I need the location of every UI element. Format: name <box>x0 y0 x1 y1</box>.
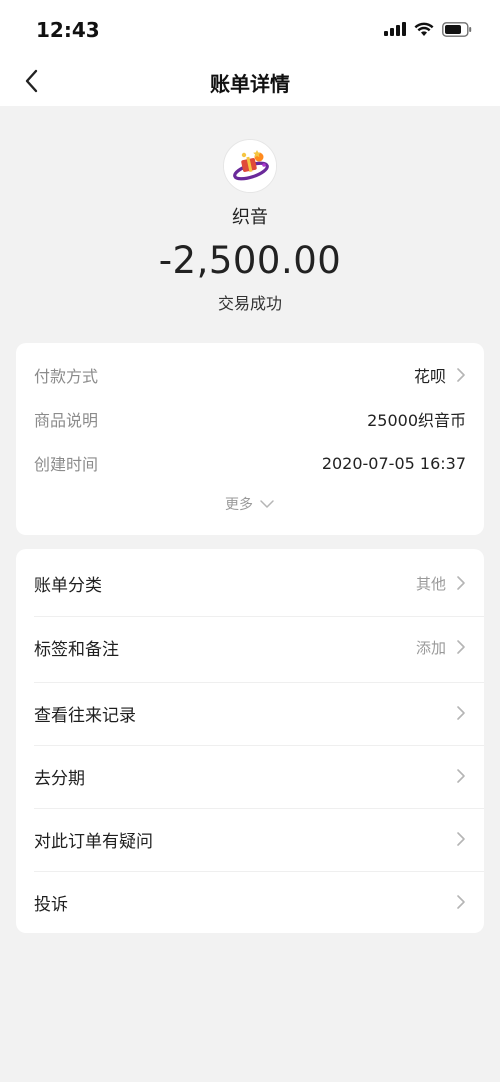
menu-item-complaint[interactable]: 投诉 <box>16 871 484 933</box>
detail-label: 付款方式 <box>34 367 99 386</box>
menu-value: 添加 <box>415 638 446 657</box>
chevron-right-icon <box>457 895 465 909</box>
detail-card: 付款方式 花呗 商品说明 25000织音币 创建时间 2020-07-05 16… <box>16 343 484 535</box>
menu-label: 投诉 <box>34 894 68 915</box>
chevron-right-icon <box>457 576 465 590</box>
menu-item-installment[interactable]: 去分期 <box>16 745 484 807</box>
wifi-icon <box>414 22 434 36</box>
menu-item-bill-category[interactable]: 账单分类 其他 <box>16 552 484 614</box>
more-label: 更多 <box>225 497 253 513</box>
menu-label: 去分期 <box>34 768 85 789</box>
transaction-amount: -2,500.00 <box>158 239 342 282</box>
detail-row-created-time: 创建时间 2020-07-05 16:37 <box>34 451 466 475</box>
status-bar: 12:43 <box>0 0 500 56</box>
chevron-right-icon <box>457 368 465 382</box>
detail-label: 商品说明 <box>34 411 99 430</box>
created-time-value: 2020-07-05 16:37 <box>321 453 466 473</box>
menu-label: 标签和备注 <box>34 639 119 660</box>
merchant-summary: 织音 -2,500.00 交易成功 <box>0 106 500 342</box>
status-icons <box>384 20 472 38</box>
payment-method-value: 花呗 <box>413 367 446 386</box>
transaction-status: 交易成功 <box>217 294 282 313</box>
chevron-right-icon <box>457 769 465 783</box>
chevron-right-icon <box>457 706 465 720</box>
merchant-name: 织音 <box>232 207 268 228</box>
more-toggle-button[interactable]: 更多 <box>16 494 484 514</box>
detail-value: 花呗 <box>414 363 466 387</box>
chevron-right-icon <box>457 640 465 654</box>
battery-icon <box>442 21 472 37</box>
menu-item-tags-notes[interactable]: 标签和备注 添加 <box>16 616 484 678</box>
detail-row-payment-method[interactable]: 付款方式 花呗 <box>34 363 466 387</box>
menu-label: 账单分类 <box>34 575 102 596</box>
status-time: 12:43 <box>36 18 100 42</box>
nav-bar: 账单详情 <box>0 56 500 106</box>
merchant-logo-icon <box>223 139 277 193</box>
chevron-right-icon <box>457 832 465 846</box>
menu-label: 查看往来记录 <box>34 705 136 726</box>
page-title: 账单详情 <box>210 72 290 96</box>
chevron-down-icon <box>260 500 274 508</box>
menu-item-history[interactable]: 查看往来记录 <box>16 682 484 744</box>
menu-item-order-question[interactable]: 对此订单有疑问 <box>16 808 484 870</box>
detail-row-product: 商品说明 25000织音币 <box>34 407 466 431</box>
menu-card: 账单分类 其他 标签和备注 添加 查看往来记录 去分期 对此订单有疑问 投诉 <box>16 549 484 933</box>
detail-label: 创建时间 <box>34 455 99 474</box>
menu-label: 对此订单有疑问 <box>34 831 153 852</box>
menu-value: 其他 <box>415 574 446 593</box>
signal-icon <box>384 22 406 36</box>
product-description-value: 25000织音币 <box>367 411 466 430</box>
